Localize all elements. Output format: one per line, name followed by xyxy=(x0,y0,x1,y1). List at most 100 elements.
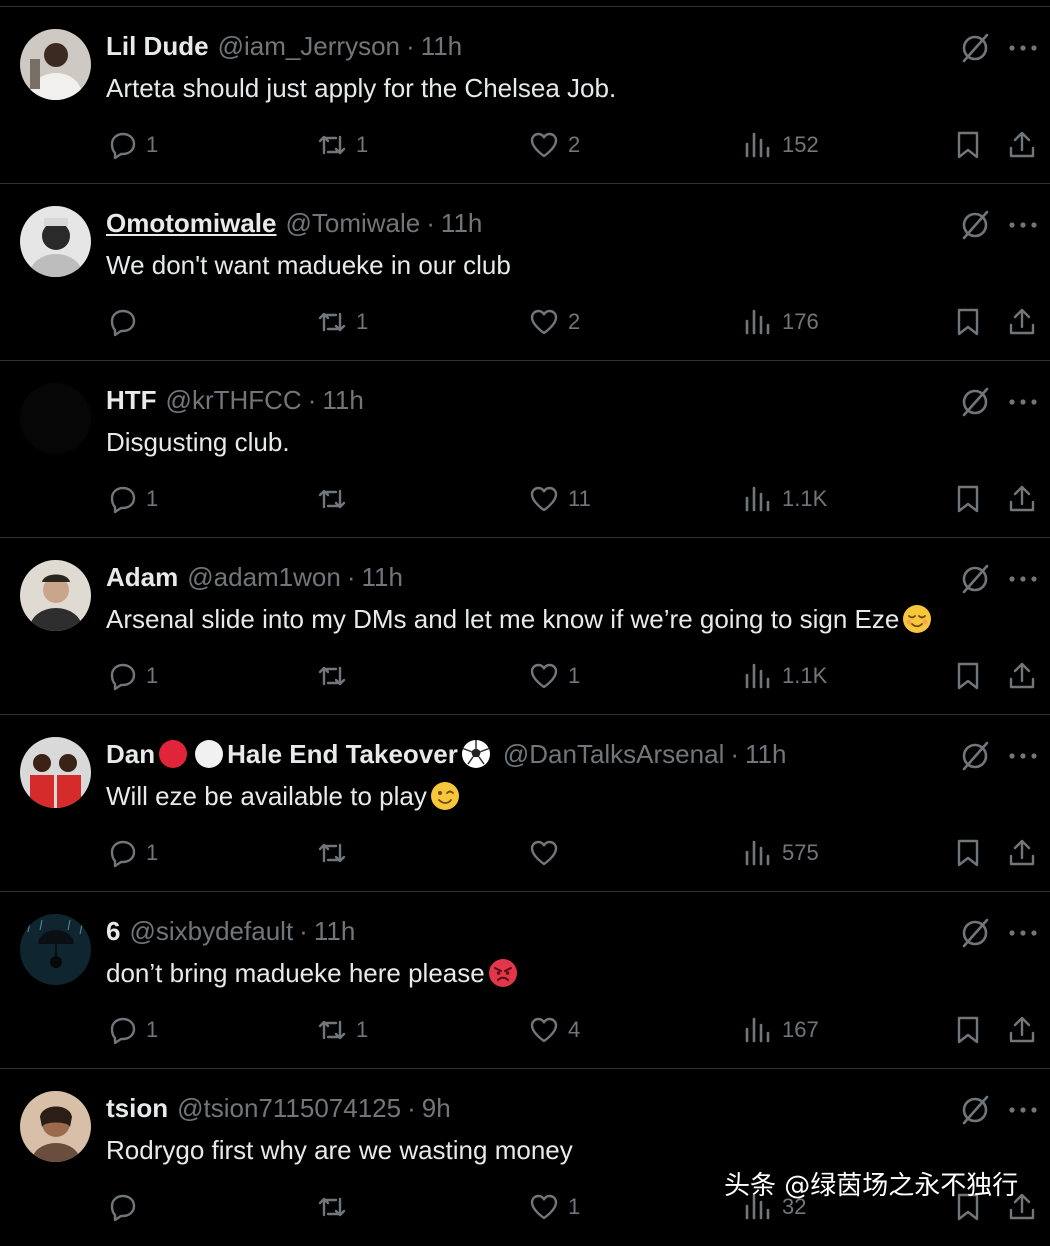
share-button[interactable] xyxy=(1006,833,1038,873)
retweet-button[interactable] xyxy=(316,479,356,519)
display-name[interactable]: 6 xyxy=(106,914,120,948)
more-options-icon[interactable] xyxy=(1006,1093,1040,1127)
views-button[interactable]: 176 xyxy=(742,302,819,342)
display-name[interactable]: HTF xyxy=(106,383,157,417)
heart-icon xyxy=(530,663,558,689)
views-button[interactable]: 1.1K xyxy=(742,656,827,696)
like-button[interactable]: 2 xyxy=(528,125,580,165)
separator-dot: · xyxy=(346,562,356,592)
reply-button[interactable]: 1 xyxy=(106,833,158,873)
timestamp[interactable]: 11h xyxy=(362,560,403,594)
display-name[interactable]: Lil Dude xyxy=(106,29,209,63)
tweet[interactable]: Adam @adam1won · 11h Arsenal slide into … xyxy=(0,538,1050,715)
grok-icon[interactable] xyxy=(958,31,992,65)
timestamp[interactable]: 11h xyxy=(314,914,355,948)
retweet-button[interactable] xyxy=(316,656,356,696)
tweet[interactable]: Dan Hale End Takeover @DanTalksArsenal ·… xyxy=(0,715,1050,892)
views-icon xyxy=(745,840,770,866)
reply-button[interactable] xyxy=(106,302,146,342)
share-button[interactable] xyxy=(1006,479,1038,519)
display-name[interactable]: Dan xyxy=(106,737,155,771)
share-button[interactable] xyxy=(1006,1010,1038,1050)
retweet-button[interactable]: 1 xyxy=(316,1010,368,1050)
user-handle[interactable]: @iam_Jerryson xyxy=(218,29,400,63)
grok-icon[interactable] xyxy=(958,916,992,950)
avatar[interactable] xyxy=(20,737,91,808)
grok-icon[interactable] xyxy=(958,385,992,419)
more-options-icon[interactable] xyxy=(1006,916,1040,950)
tweet[interactable]: 6 @sixbydefault · 11h don’t bring maduek… xyxy=(0,892,1050,1069)
views-button[interactable]: 1.1K xyxy=(742,479,827,519)
user-handle[interactable]: @adam1won xyxy=(187,560,341,594)
tweet[interactable]: Lil Dude @iam_Jerryson · 11h Arteta shou… xyxy=(0,7,1050,184)
user-handle[interactable]: @Tomiwale xyxy=(285,206,420,240)
timestamp[interactable]: 11h xyxy=(421,29,462,63)
views-button[interactable]: 152 xyxy=(742,125,819,165)
like-button[interactable] xyxy=(528,833,568,873)
bookmark-button[interactable] xyxy=(952,1010,984,1050)
heart-icon xyxy=(530,309,558,335)
user-handle[interactable]: @sixbydefault xyxy=(129,914,293,948)
views-count: 167 xyxy=(782,1017,819,1042)
timestamp[interactable]: 9h xyxy=(422,1091,451,1125)
like-button[interactable]: 2 xyxy=(528,302,580,342)
share-button[interactable] xyxy=(1006,125,1038,165)
retweet-button[interactable]: 1 xyxy=(316,302,368,342)
tweet-text: Rodrygo first why are we wasting money xyxy=(106,1133,573,1167)
more-options-icon[interactable] xyxy=(1006,31,1040,65)
share-button[interactable] xyxy=(1006,302,1038,342)
grok-icon[interactable] xyxy=(958,208,992,242)
more-options-icon[interactable] xyxy=(1006,739,1040,773)
bookmark-button[interactable] xyxy=(952,125,984,165)
share-button[interactable] xyxy=(1006,656,1038,696)
like-button[interactable]: 4 xyxy=(528,1010,580,1050)
like-button[interactable]: 1 xyxy=(528,656,580,696)
display-name[interactable]: tsion xyxy=(106,1091,168,1125)
display-name[interactable]: Omotomiwale xyxy=(106,206,276,240)
reply-button[interactable]: 1 xyxy=(106,479,158,519)
avatar[interactable] xyxy=(20,383,91,454)
separator-dot: · xyxy=(299,916,308,946)
reply-button[interactable] xyxy=(106,1187,146,1227)
timestamp[interactable]: 11h xyxy=(745,737,786,771)
user-handle[interactable]: @DanTalksArsenal xyxy=(503,737,724,771)
views-button[interactable]: 575 xyxy=(742,833,819,873)
reply-button[interactable]: 1 xyxy=(106,1010,158,1050)
grok-icon[interactable] xyxy=(958,739,992,773)
tweet[interactable]: tsion @tsion7115074125 · 9h Rodrygo firs… xyxy=(0,1069,1050,1246)
bookmark-button[interactable] xyxy=(952,479,984,519)
user-handle[interactable]: @krTHFCC xyxy=(166,383,302,417)
display-name-suffix[interactable]: Hale End Takeover xyxy=(227,737,458,771)
reply-count: 1 xyxy=(146,840,159,865)
retweet-button[interactable]: 1 xyxy=(316,125,368,165)
views-button[interactable]: 167 xyxy=(742,1010,819,1050)
user-handle[interactable]: @tsion7115074125 xyxy=(177,1091,401,1125)
tweet[interactable]: Omotomiwale @Tomiwale · 11h We don't wan… xyxy=(0,184,1050,361)
grok-icon[interactable] xyxy=(958,1093,992,1127)
avatar[interactable] xyxy=(20,914,91,985)
retweet-button[interactable] xyxy=(316,1187,356,1227)
reply-button[interactable]: 1 xyxy=(106,656,158,696)
avatar[interactable] xyxy=(20,206,91,277)
like-button[interactable]: 11 xyxy=(528,479,591,519)
bookmark-button[interactable] xyxy=(952,656,984,696)
tweet-actions: 1 2 176 xyxy=(0,302,1050,342)
like-button[interactable]: 1 xyxy=(528,1187,580,1227)
avatar[interactable] xyxy=(20,1091,91,1162)
more-options-icon[interactable] xyxy=(1006,385,1040,419)
bookmark-button[interactable] xyxy=(952,302,984,342)
avatar[interactable] xyxy=(20,560,91,631)
reply-button[interactable]: 1 xyxy=(106,125,158,165)
bookmark-button[interactable] xyxy=(952,833,984,873)
timestamp[interactable]: 11h xyxy=(441,206,482,240)
retweet-count: 1 xyxy=(356,1017,369,1042)
grok-icon[interactable] xyxy=(958,562,992,596)
reply-icon xyxy=(110,486,136,514)
timestamp[interactable]: 11h xyxy=(322,383,363,417)
avatar[interactable] xyxy=(20,29,91,100)
display-name[interactable]: Adam xyxy=(106,560,178,594)
more-options-icon[interactable] xyxy=(1006,208,1040,242)
retweet-button[interactable] xyxy=(316,833,356,873)
tweet[interactable]: HTF @krTHFCC · 11h Disgusting club. 1 11… xyxy=(0,361,1050,538)
more-options-icon[interactable] xyxy=(1006,562,1040,596)
